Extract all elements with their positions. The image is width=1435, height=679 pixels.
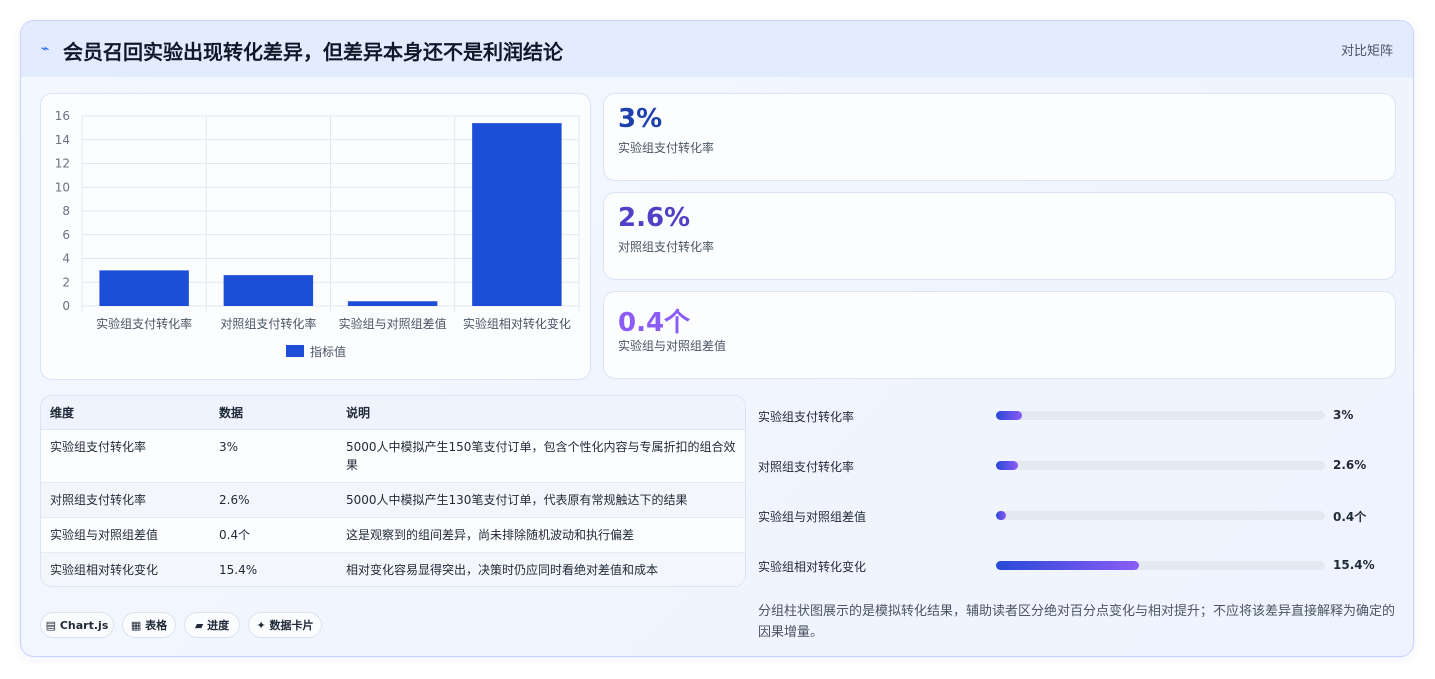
comparison-panel: ⌁ 会员召回实验出现转化差异，但差异本身还不是利润结论 对比矩阵 0 2 4 6 8 10… — [20, 20, 1414, 657]
x-tick-label: 实验组支付转化率 — [96, 316, 192, 331]
progress-value: 2.6% — [1333, 458, 1367, 472]
table-header-row: 维度 数据 说明 — [41, 396, 745, 430]
matrix-tag: 对比矩阵 — [1340, 44, 1393, 59]
bar-chart-card: 0 2 4 6 8 10 12 14 16 实验组支付转化率 对照组支付转化率 实验组与对照组差值 实验… — [40, 93, 591, 380]
progress-row-control: 对照组支付转化率 2.6% — [758, 456, 1398, 476]
data-table-card: 维度 数据 说明 实验组支付转化率 3% 5000人中模拟产生150笔支付订单，… — [40, 395, 746, 587]
data-table: 维度 数据 说明 实验组支付转化率 3% 5000人中模拟产生150笔支付订单，… — [41, 396, 745, 586]
table-cell: 3% — [210, 429, 337, 483]
progress-fill — [996, 411, 1022, 420]
column-header: 维度 — [41, 396, 210, 430]
y-tick-label: 2 — [62, 275, 70, 289]
y-tick-label: 8 — [62, 204, 70, 218]
panel-title: 会员召回实验出现转化差异，但差异本身还不是利润结论 — [63, 40, 563, 64]
legend-label: 指标值 — [310, 344, 346, 359]
progress-fill — [996, 511, 1006, 520]
progress-track — [996, 511, 1325, 520]
x-tick-label: 实验组与对照组差值 — [339, 316, 447, 331]
y-tick-label: 12 — [55, 157, 70, 171]
table-row: 实验组相对转化变化 15.4% 相对变化容易显得突出，决策时仍应同时看绝对差值和… — [41, 552, 745, 586]
y-tick-label: 0 — [62, 299, 70, 313]
bar — [347, 301, 438, 306]
table-row: 实验组与对照组差值 0.4个 这是观察到的组间差异，尚未排除随机波动和执行偏差 — [41, 517, 745, 553]
x-tick-label: 对照组支付转化率 — [220, 316, 316, 331]
table-cell: 实验组与对照组差值 — [41, 517, 210, 553]
chip-label: 进度 — [207, 619, 230, 632]
chip-label: 数据卡片 — [269, 619, 314, 632]
table-cell: 相对变化容易显得突出，决策时仍应同时看绝对差值和成本 — [337, 552, 745, 586]
kpi-card-diff: 0.4个 实验组与对照组差值 — [603, 291, 1396, 379]
table-icon: ▦ — [130, 619, 142, 632]
table-cell: 5000人中模拟产生150笔支付订单，包含个性化内容与专属折扣的组合效果 — [337, 429, 745, 483]
chip-chartjs[interactable]: ▤ Chart.js — [40, 612, 114, 638]
bar-chart: 0 2 4 6 8 10 12 14 16 实验组支付转化率 对照组支付转化率 实验组与对照组差值 实验… — [55, 109, 580, 359]
chart-note: 分组柱状图展示的是模拟转化结果，辅助读者区分绝对百分点变化与相对提升；不应将该差… — [758, 604, 1396, 640]
chip-label: Chart.js — [59, 619, 109, 632]
kpi-label: 对照组支付转化率 — [618, 240, 715, 254]
progress-label: 对照组支付转化率 — [758, 460, 855, 474]
progress-value: 3% — [1333, 408, 1354, 422]
legend-swatch — [286, 345, 304, 357]
kpi-label: 实验组与对照组差值 — [618, 339, 727, 353]
y-tick-label: 6 — [62, 228, 70, 242]
chip-progress[interactable]: ▰ 进度 — [184, 612, 240, 638]
progress-row-diff: 实验组与对照组差值 0.4个 — [758, 506, 1398, 526]
chip-table[interactable]: ▦ 表格 — [122, 612, 176, 638]
progress-icon: ▰ — [194, 619, 204, 632]
spark-icon: ⌁ — [41, 41, 50, 57]
progress-track — [996, 461, 1325, 470]
chart-icon: ▤ — [45, 619, 57, 632]
column-header: 说明 — [337, 396, 745, 430]
table-cell: 2.6% — [210, 482, 337, 518]
progress-value: 15.4% — [1333, 558, 1375, 572]
table-cell: 实验组支付转化率 — [41, 429, 210, 483]
progress-fill — [996, 561, 1140, 570]
kpi-value: 0.4个 — [618, 308, 691, 338]
y-tick-label: 10 — [55, 180, 70, 194]
progress-row-experiment: 实验组支付转化率 3% — [758, 406, 1398, 426]
progress-label: 实验组与对照组差值 — [758, 510, 867, 524]
bar — [223, 275, 314, 306]
y-tick-label: 16 — [55, 109, 70, 123]
progress-label: 实验组相对转化变化 — [758, 560, 867, 574]
kpi-label: 实验组支付转化率 — [618, 141, 715, 155]
kpi-card-control: 2.6% 对照组支付转化率 — [603, 192, 1396, 280]
y-tick-label: 4 — [62, 252, 70, 266]
table-cell: 这是观察到的组间差异，尚未排除随机波动和执行偏差 — [337, 517, 745, 553]
kpi-value: 3% — [618, 104, 663, 134]
bar — [472, 123, 562, 306]
progress-row-relative: 实验组相对转化变化 15.4% — [758, 556, 1398, 576]
kpi-value: 2.6% — [618, 203, 691, 233]
table-cell: 对照组支付转化率 — [41, 482, 210, 518]
panel-header: ⌁ 会员召回实验出现转化差异，但差异本身还不是利润结论 对比矩阵 — [21, 21, 1413, 77]
bar — [99, 270, 189, 306]
progress-fill — [996, 461, 1019, 470]
progress-value: 0.4个 — [1333, 510, 1367, 524]
table-cell: 0.4个 — [210, 517, 337, 553]
x-tick-label: 实验组相对转化变化 — [463, 316, 571, 331]
progress-label: 实验组支付转化率 — [758, 410, 855, 424]
chip-data-cards[interactable]: ✦ 数据卡片 — [248, 612, 322, 638]
table-cell: 实验组相对转化变化 — [41, 552, 210, 586]
chip-label: 表格 — [145, 619, 168, 632]
y-tick-label: 14 — [55, 133, 70, 147]
column-header: 数据 — [210, 396, 337, 430]
progress-track — [996, 411, 1325, 420]
table-row: 对照组支付转化率 2.6% 5000人中模拟产生130笔支付订单，代表原有常规触… — [41, 482, 745, 518]
progress-track — [996, 561, 1325, 570]
kpi-card-experiment: 3% 实验组支付转化率 — [603, 93, 1396, 181]
table-cell: 5000人中模拟产生130笔支付订单，代表原有常规触达下的结果 — [337, 482, 745, 518]
table-row: 实验组支付转化率 3% 5000人中模拟产生150笔支付订单，包含个性化内容与专… — [41, 429, 745, 483]
sparkle-icon: ✦ — [256, 619, 266, 632]
table-cell: 15.4% — [210, 552, 337, 586]
